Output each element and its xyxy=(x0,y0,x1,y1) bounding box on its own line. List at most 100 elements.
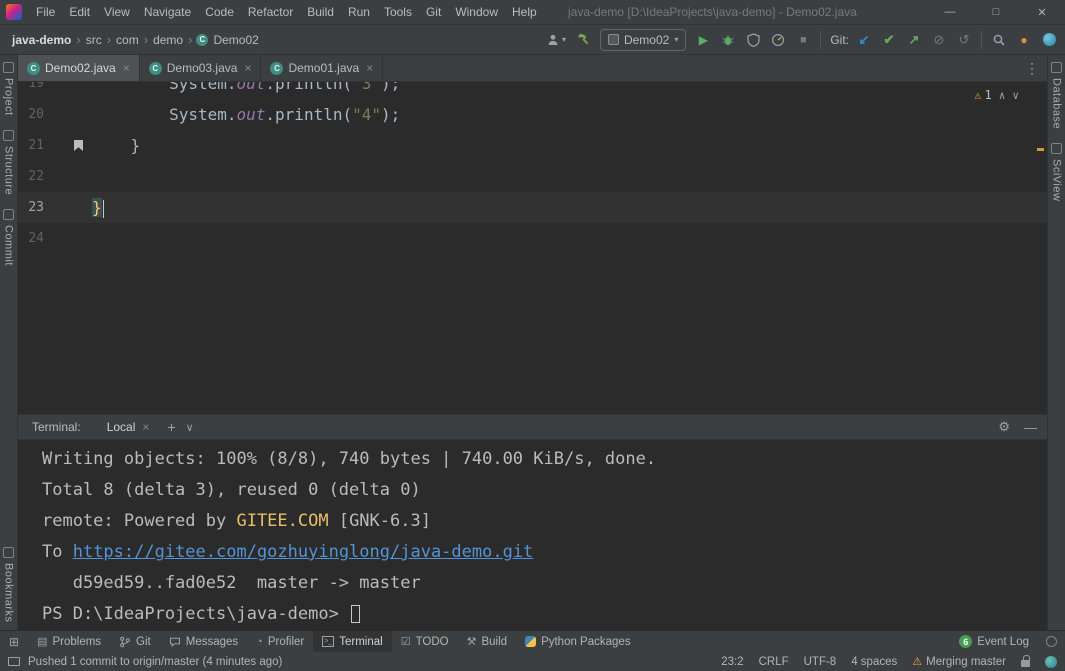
git-rollback-button[interactable]: ↺ xyxy=(956,30,972,50)
code-line[interactable]: 22 xyxy=(18,161,1047,192)
terminal-output[interactable]: Writing objects: 100% (8/8), 740 bytes |… xyxy=(18,440,1047,630)
terminal-label: Terminal: xyxy=(32,420,81,434)
gauge-icon xyxy=(771,33,785,47)
minimize-button[interactable]: — xyxy=(927,0,973,24)
new-session-icon[interactable]: + xyxy=(167,419,175,435)
editor[interactable]: 19 System.out.println("3");20 System.out… xyxy=(18,82,1047,414)
lock-icon[interactable] xyxy=(1021,660,1030,667)
globe-icon[interactable] xyxy=(1045,656,1057,668)
close-icon[interactable]: × xyxy=(142,420,149,434)
line-ending[interactable]: CRLF xyxy=(759,656,789,668)
code-line[interactable]: 23} xyxy=(18,192,1047,223)
breadcrumb-item-demo[interactable]: demo xyxy=(153,33,183,47)
tool-window-label: TODO xyxy=(416,636,449,648)
tool-window-button-profiler[interactable]: ◔Profiler xyxy=(247,631,313,652)
build-project-button[interactable] xyxy=(575,30,591,50)
gradle-sphere-icon[interactable] xyxy=(1041,30,1057,50)
tabs-options-icon[interactable]: ⋮ xyxy=(1017,55,1047,81)
menu-view[interactable]: View xyxy=(97,0,137,24)
status-message[interactable]: Pushed 1 commit to origin/master (4 minu… xyxy=(28,656,282,668)
menu-navigate[interactable]: Navigate xyxy=(137,0,198,24)
inspection-widget[interactable]: ⚠ 1 ∧ ∨ xyxy=(974,88,1019,102)
code-token: } xyxy=(92,136,140,155)
chevron-down-icon[interactable]: ∨ xyxy=(186,421,194,434)
menu-refactor[interactable]: Refactor xyxy=(241,0,300,24)
menu-build[interactable]: Build xyxy=(300,0,341,24)
menu-git[interactable]: Git xyxy=(419,0,448,24)
tool-window-button-python-packages[interactable]: Python Packages xyxy=(516,631,640,652)
file-encoding[interactable]: UTF-8 xyxy=(804,656,837,668)
hide-panel-icon[interactable]: — xyxy=(1024,420,1037,435)
tool-button-project[interactable]: Project xyxy=(3,55,15,123)
corner-icon[interactable] xyxy=(1046,636,1057,647)
breadcrumb-item-java-demo[interactable]: java-demo xyxy=(12,33,71,47)
profiler-button[interactable] xyxy=(770,30,786,50)
maximize-button[interactable]: □ xyxy=(973,0,1019,24)
user-icon[interactable]: ▾ xyxy=(546,30,566,50)
menu-code[interactable]: Code xyxy=(198,0,241,24)
menu-run[interactable]: Run xyxy=(341,0,377,24)
close-icon[interactable]: × xyxy=(244,61,251,75)
gear-icon[interactable]: ⚙ xyxy=(998,419,1010,435)
line-number: 20 xyxy=(18,99,62,130)
close-button[interactable]: ✕ xyxy=(1019,0,1065,24)
search-everywhere-button[interactable] xyxy=(991,30,1007,50)
terminal-line: d59ed59..fad0e52 master -> master xyxy=(42,568,1047,599)
window-title: java-demo [D:\IdeaProjects\java-demo] - … xyxy=(568,5,857,19)
code-line[interactable]: 19 System.out.println("3"); xyxy=(18,82,1047,99)
tool-window-button-git[interactable]: Git xyxy=(110,631,160,652)
menu-window[interactable]: Window xyxy=(448,0,505,24)
breadcrumb-item-src[interactable]: src xyxy=(86,33,102,47)
tool-button-sciview[interactable]: SciView xyxy=(1051,136,1063,208)
tab-demo03-java[interactable]: CDemo03.java× xyxy=(140,55,262,81)
coverage-button[interactable] xyxy=(745,30,761,50)
prev-problem-icon[interactable]: ∧ xyxy=(999,89,1006,102)
close-icon[interactable]: × xyxy=(366,61,373,75)
tool-window-button-terminal[interactable]: >_Terminal xyxy=(313,631,391,652)
terminal-link[interactable]: https://gitee.com/gozhuyinglong/java-dem… xyxy=(73,542,534,562)
bookmarks-icon xyxy=(3,547,14,558)
code-line[interactable]: 20 System.out.println("4"); xyxy=(18,99,1047,130)
tool-window-button-messages[interactable]: Messages xyxy=(160,631,247,652)
code-text: System.out.println("3"); xyxy=(92,82,400,99)
breadcrumb-item-com[interactable]: com xyxy=(116,33,139,47)
tool-button-structure[interactable]: Structure xyxy=(3,123,15,202)
tool-window-button-build[interactable]: ⚒Build xyxy=(458,631,516,652)
branch-warning[interactable]: ⚠ Merging master xyxy=(912,655,1006,668)
caret-position[interactable]: 23:2 xyxy=(721,656,743,668)
next-problem-icon[interactable]: ∨ xyxy=(1012,89,1019,102)
tool-window-label: Profiler xyxy=(268,636,304,648)
menu-edit[interactable]: Edit xyxy=(62,0,97,24)
git-commit-button[interactable]: ✔ xyxy=(881,30,897,50)
tool-button-bookmarks[interactable]: Bookmarks xyxy=(3,540,15,630)
close-icon[interactable]: × xyxy=(123,61,130,75)
code-line[interactable]: 24 xyxy=(18,223,1047,254)
menu-file[interactable]: File xyxy=(29,0,62,24)
indent-setting[interactable]: 4 spaces xyxy=(851,656,897,668)
debug-button[interactable] xyxy=(720,30,736,50)
terminal-tab-local[interactable]: Local × xyxy=(103,415,154,439)
tool-window-button-problems[interactable]: ▤Problems xyxy=(28,631,110,652)
git-push-button[interactable]: ↗ xyxy=(906,30,922,50)
tool-window-label: Messages xyxy=(186,636,238,648)
terminal-text: To xyxy=(42,542,73,562)
menu-help[interactable]: Help xyxy=(505,0,544,24)
stop-button[interactable]: ■ xyxy=(795,30,811,50)
run-config-icon xyxy=(608,34,619,45)
tab-demo02-java[interactable]: CDemo02.java× xyxy=(18,55,140,81)
tool-button-database[interactable]: Database xyxy=(1051,55,1063,136)
tool-window-button-event-log[interactable]: 6 Event Log xyxy=(950,635,1038,648)
tool-window-button-todo[interactable]: ☑ TODO xyxy=(392,631,458,652)
breadcrumb-item-demo02[interactable]: Demo02 xyxy=(213,33,258,47)
run-config-selector[interactable]: Demo02 ▾ xyxy=(600,29,686,51)
git-history-button[interactable]: ⊘ xyxy=(931,30,947,50)
todo-icon: ☑ xyxy=(401,635,411,648)
menu-tools[interactable]: Tools xyxy=(377,0,419,24)
code-line[interactable]: 21 } xyxy=(18,130,1047,161)
git-update-button[interactable]: ↙ xyxy=(856,30,872,50)
tool-window-switcher-icon[interactable]: ⊞ xyxy=(0,631,28,652)
tab-demo01-java[interactable]: CDemo01.java× xyxy=(261,55,383,81)
run-button[interactable]: ▶ xyxy=(695,30,711,50)
record-dot-icon[interactable]: ● xyxy=(1016,30,1032,50)
tool-button-commit[interactable]: Commit xyxy=(3,202,15,273)
